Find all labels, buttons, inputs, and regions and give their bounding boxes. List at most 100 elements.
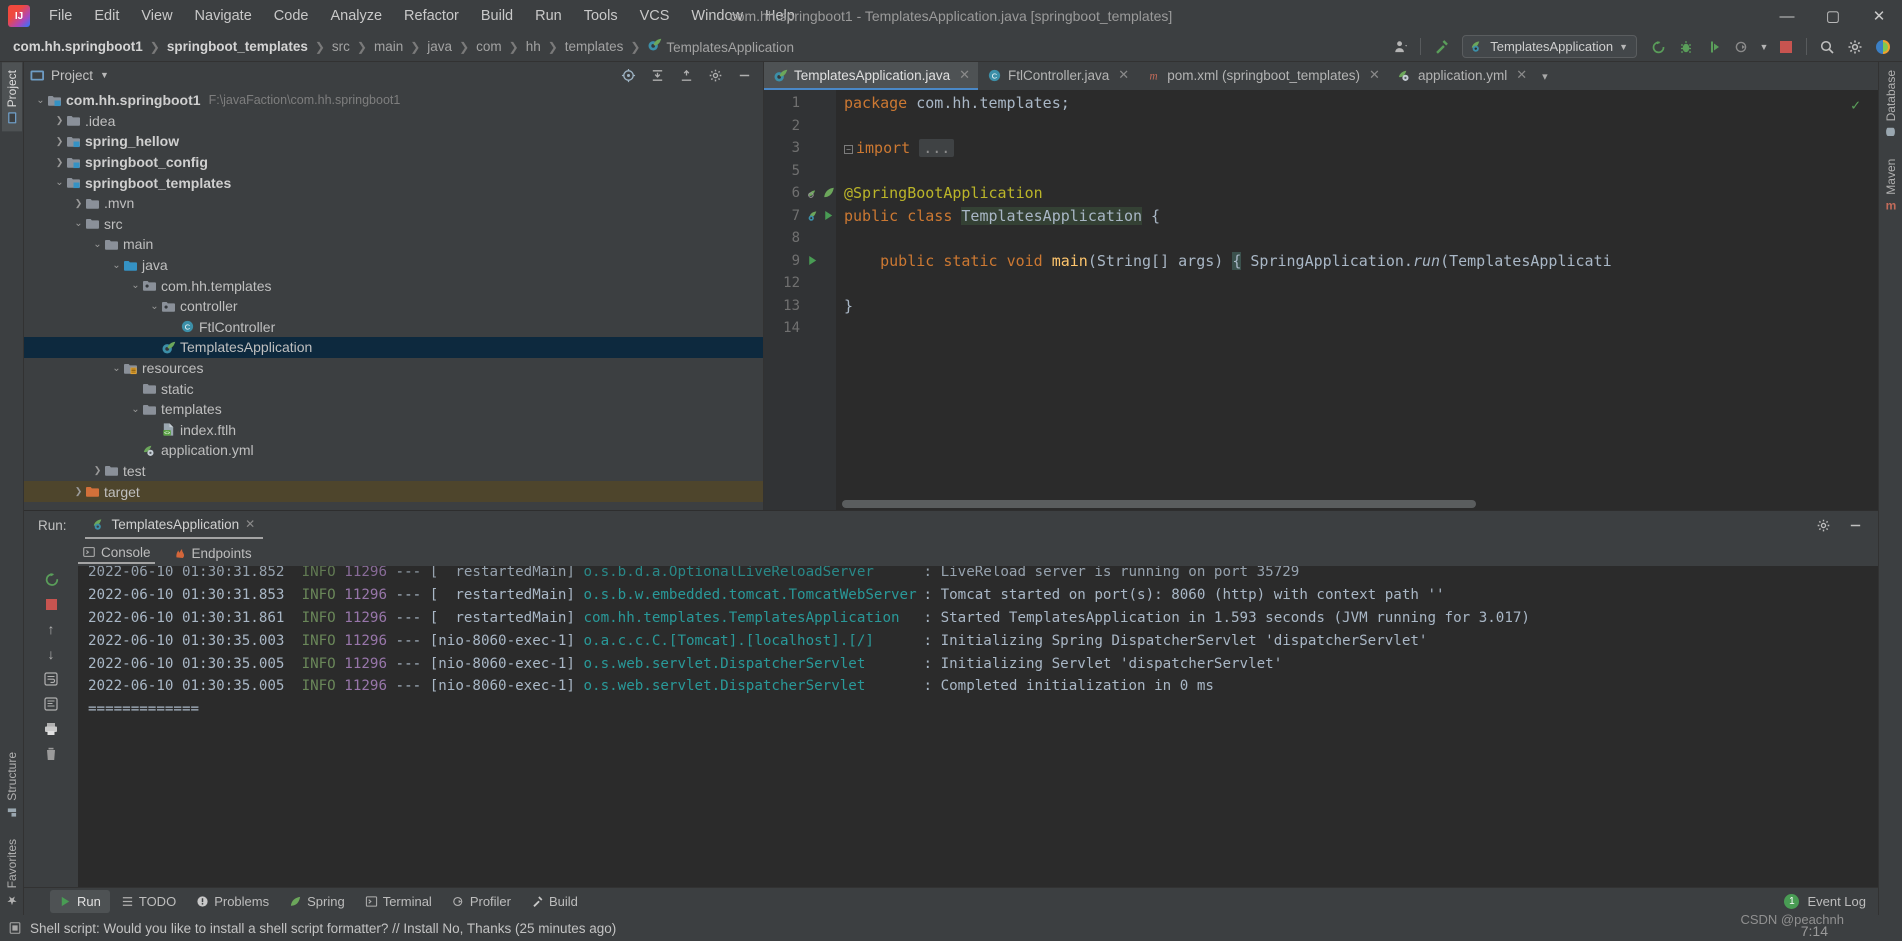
- tree-node-com-hh-springboot1[interactable]: ⌄ com.hh.springboot1 F:\javaFaction\com.hh…: [24, 90, 763, 111]
- close-icon[interactable]: ✕: [959, 67, 970, 83]
- collapse-all-icon[interactable]: [644, 63, 670, 87]
- stop-icon[interactable]: [39, 593, 63, 615]
- sidebar-item-database[interactable]: Database: [1881, 62, 1901, 145]
- menu-item-vcs[interactable]: VCS: [629, 4, 681, 28]
- sidebar-item-favorites[interactable]: ★ Favorites: [2, 825, 22, 915]
- chevron-down-icon[interactable]: ▼: [100, 70, 109, 80]
- console-tab-bar[interactable]: Console Endpoints: [24, 540, 1878, 566]
- status-tab-problems[interactable]: Problems: [187, 890, 278, 913]
- menu-item-analyze[interactable]: Analyze: [319, 4, 393, 28]
- breadcrumb[interactable]: com.hh.springboot1 ❯ springboot_templates ❯…: [10, 36, 797, 57]
- tree-node-resources[interactable]: ⌄ resources: [24, 358, 763, 379]
- gear-icon[interactable]: [1810, 514, 1836, 538]
- soft-wrap-icon[interactable]: [39, 668, 63, 690]
- expand-all-icon[interactable]: [673, 63, 699, 87]
- tab-overflow-chevron-down-icon[interactable]: ▾: [1535, 62, 1555, 90]
- editor-tab-application-yml[interactable]: application.yml ✕: [1388, 62, 1535, 90]
- status-tool-tabs[interactable]: Run TODO Problems Spring Terminal Profiler Bui…: [24, 887, 1878, 915]
- close-button[interactable]: ✕: [1856, 0, 1902, 32]
- editor-tab-pom-xml--springboot-templates-[interactable]: m pom.xml (springboot_templates) ✕: [1137, 62, 1388, 90]
- status-tab-terminal[interactable]: Terminal: [356, 890, 441, 913]
- chevron-right-icon[interactable]: ❯: [72, 486, 85, 497]
- spring-bean-icon[interactable]: [806, 209, 820, 223]
- run-green-icon[interactable]: [822, 209, 835, 222]
- menu-item-edit[interactable]: Edit: [83, 4, 130, 28]
- tree-node-static[interactable]: static: [24, 378, 763, 399]
- editor-tab-ftlcontroller-java[interactable]: C FtlController.java ✕: [978, 62, 1137, 90]
- tree-node-target[interactable]: ❯ target: [24, 481, 763, 502]
- breadcrumb-item-com-hh-springboot1[interactable]: com.hh.springboot1: [10, 37, 146, 56]
- chevron-down-icon[interactable]: ⌄: [129, 404, 142, 415]
- tree-node-application-yml[interactable]: application.yml: [24, 440, 763, 461]
- project-tree[interactable]: ⌄ com.hh.springboot1 F:\javaFaction\com.hh…: [24, 88, 763, 510]
- hide-panel-icon[interactable]: [731, 63, 757, 87]
- chevron-right-icon[interactable]: ❯: [53, 136, 66, 147]
- tree-node-main[interactable]: ⌄ main: [24, 234, 763, 255]
- chevron-right-icon[interactable]: ❯: [53, 157, 66, 168]
- build-hammer-icon[interactable]: [1428, 35, 1454, 59]
- menu-item-file[interactable]: File: [38, 4, 83, 28]
- breadcrumb-item-com[interactable]: com: [473, 37, 505, 56]
- breadcrumb-item-templatesapplication[interactable]: TemplatesApplication: [644, 36, 797, 57]
- code-editor[interactable]: 1 package com.hh.templates; 2 3 − import ... 5…: [764, 90, 1878, 510]
- status-tab-run[interactable]: Run: [50, 890, 110, 913]
- editor-tab-strip[interactable]: TemplatesApplication.java ✕ C FtlController…: [764, 62, 1878, 90]
- spring-leaf-icon[interactable]: [822, 186, 836, 200]
- console-tab-endpoints[interactable]: Endpoints: [169, 544, 256, 563]
- bean-icon[interactable]: [806, 186, 820, 200]
- run-tab-templatesapplication[interactable]: TemplatesApplication ✕: [84, 513, 264, 539]
- hide-panel-icon[interactable]: [1842, 514, 1868, 538]
- close-icon[interactable]: ✕: [245, 517, 255, 531]
- tree-node-spring-hellow[interactable]: ❯ spring_hellow: [24, 131, 763, 152]
- breadcrumb-item-src[interactable]: src: [329, 37, 353, 56]
- menu-item-tools[interactable]: Tools: [573, 4, 629, 28]
- sidebar-item-maven[interactable]: m Maven: [1881, 151, 1901, 219]
- editor-tab-templatesapplication-java[interactable]: TemplatesApplication.java ✕: [764, 62, 978, 90]
- maximize-button[interactable]: ▢: [1810, 0, 1856, 32]
- debug-icon[interactable]: [1673, 35, 1699, 59]
- tree-node--idea[interactable]: ❯ .idea: [24, 111, 763, 132]
- run-icon[interactable]: [1645, 35, 1671, 59]
- menu-item-run[interactable]: Run: [524, 4, 573, 28]
- chevron-right-icon[interactable]: ❯: [91, 465, 104, 476]
- target-icon[interactable]: [615, 63, 641, 87]
- breadcrumb-item-templates[interactable]: templates: [562, 37, 627, 56]
- menu-item-navigate[interactable]: Navigate: [184, 4, 263, 28]
- tree-node-templates[interactable]: ⌄ templates: [24, 399, 763, 420]
- chevron-down-icon[interactable]: ▼: [1757, 35, 1771, 59]
- menu-item-build[interactable]: Build: [470, 4, 524, 28]
- chevron-down-icon[interactable]: ⌄: [34, 95, 47, 106]
- tree-node--mvn[interactable]: ❯ .mvn: [24, 193, 763, 214]
- run-coverage-icon[interactable]: [1701, 35, 1727, 59]
- chevron-down-icon[interactable]: ⌄: [53, 177, 66, 188]
- fold-toggle-icon[interactable]: −: [844, 145, 853, 155]
- up-icon[interactable]: ↑: [39, 618, 63, 640]
- user-icon[interactable]: [1387, 35, 1413, 59]
- editor-horizontal-scrollbar[interactable]: [842, 500, 1864, 508]
- down-icon[interactable]: ↓: [39, 643, 63, 665]
- stop-icon[interactable]: [1773, 35, 1799, 59]
- close-icon[interactable]: ✕: [1118, 67, 1129, 83]
- editor-vertical-scrollbar[interactable]: [1868, 90, 1878, 496]
- status-tab-spring[interactable]: Spring: [280, 890, 354, 913]
- run-green-icon[interactable]: [806, 254, 819, 267]
- tree-node-springboot-templates[interactable]: ⌄ springboot_templates: [24, 172, 763, 193]
- console-tab-console[interactable]: Console: [78, 543, 155, 564]
- inspection-status-icon[interactable]: ✓: [1851, 96, 1860, 114]
- run-configuration-selector[interactable]: TemplatesApplication ▼: [1462, 35, 1637, 58]
- status-tab-profiler[interactable]: Profiler: [443, 890, 520, 913]
- rerun-icon[interactable]: [39, 568, 63, 590]
- gear-icon[interactable]: [702, 63, 728, 87]
- print-icon[interactable]: [39, 718, 63, 740]
- status-tab-build[interactable]: Build: [522, 890, 587, 913]
- breadcrumb-item-springboot-templates[interactable]: springboot_templates: [164, 37, 311, 56]
- gear-icon[interactable]: [1842, 35, 1868, 59]
- scroll-to-end-icon[interactable]: [39, 693, 63, 715]
- tree-node-springboot-config[interactable]: ❯ springboot_config: [24, 152, 763, 173]
- tree-node-src[interactable]: ⌄ src: [24, 214, 763, 235]
- event-log-button[interactable]: Event Log: [1807, 894, 1866, 909]
- status-tab-todo[interactable]: TODO: [112, 890, 185, 913]
- menu-bar[interactable]: File Edit View Navigate Code Analyze Refactor B…: [38, 4, 806, 28]
- menu-item-code[interactable]: Code: [263, 4, 320, 28]
- close-icon[interactable]: ✕: [1369, 67, 1380, 83]
